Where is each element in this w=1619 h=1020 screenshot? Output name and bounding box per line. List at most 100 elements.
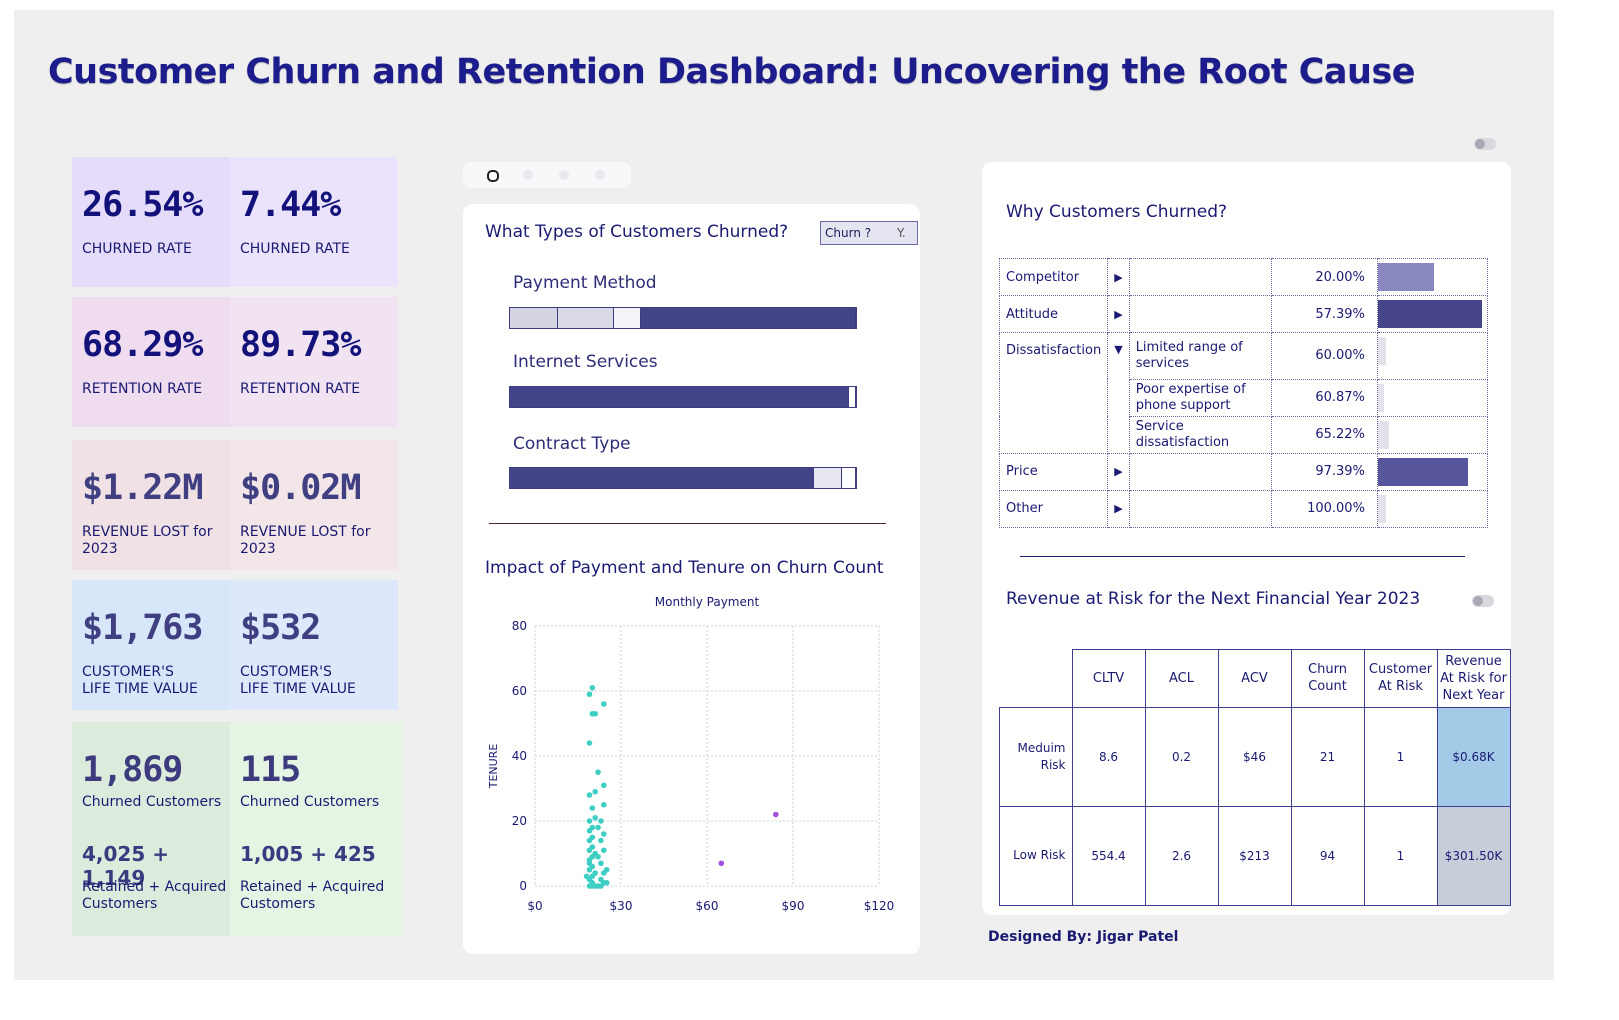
why-row[interactable]: Other ▶ 100.00%: [998, 489, 1489, 528]
bar-label: Contract Type: [513, 434, 631, 454]
page-dot[interactable]: [559, 170, 569, 180]
revenue-row[interactable]: Meduim Risk 8.6 0.2 $46 21 1 $0.68K: [999, 706, 1511, 807]
percent-cell: 65.22%: [1270, 415, 1378, 454]
percent-cell: 100.00%: [1270, 489, 1378, 528]
kpi-sub-label: Customers: [82, 896, 158, 912]
kpi-value: $1,763: [82, 608, 203, 648]
scatter-point: [589, 684, 596, 691]
scatter-point: [601, 801, 607, 808]
kpi-value: $1.22M: [82, 468, 203, 508]
reason-bar[interactable]: [1377, 383, 1384, 412]
kpi-tile: 89.73% RETENTION RATE: [230, 297, 398, 427]
scatter-point: [586, 792, 593, 798]
churn-filter-label: Churn ?: [825, 226, 872, 240]
value-cell: 554.4: [1071, 805, 1146, 906]
reason-bar[interactable]: [1377, 337, 1387, 365]
kpi-value: $532: [240, 608, 321, 648]
bar-segment[interactable]: [510, 308, 559, 328]
bar-segment[interactable]: [558, 308, 614, 328]
scatter-point: [589, 805, 596, 811]
reason-bar[interactable]: [1377, 494, 1387, 523]
toggle-switch[interactable]: [1472, 595, 1494, 607]
bar-segment[interactable]: [510, 468, 815, 488]
kpi-label: Churned Customers: [240, 794, 380, 810]
scatter-point: [598, 837, 604, 844]
x-tick-label: $30: [610, 899, 633, 913]
value-cell: 2.6: [1144, 805, 1219, 906]
stacked-bar[interactable]: [509, 467, 857, 489]
stacked-bar[interactable]: [509, 386, 857, 408]
reason-bar[interactable]: [1377, 457, 1468, 486]
reason-cell: Price: [998, 452, 1109, 491]
expand-arrow-icon[interactable]: ▼: [1107, 332, 1130, 379]
page-dot[interactable]: [523, 170, 533, 180]
why-row[interactable]: Dissatisfaction ▼ Limited range of service…: [998, 332, 1489, 380]
column-header: ACL: [1144, 649, 1219, 708]
kpi-label: RETENTION RATE: [82, 381, 203, 397]
revenue-title: Revenue at Risk for the Next Financial Y…: [1006, 589, 1421, 609]
y-tick-label: 40: [512, 749, 527, 763]
scatter-point: [583, 873, 590, 880]
reason-bar[interactable]: [1377, 263, 1434, 291]
scatter-point: [601, 847, 607, 854]
divider: [1020, 556, 1465, 557]
bar-segment[interactable]: [510, 387, 850, 407]
bar-segment[interactable]: [641, 308, 856, 328]
bar-segment[interactable]: [814, 468, 843, 488]
scatter-chart: Monthly Payment $0 $30 $60 $90 $120 0 20 40 60 80 T…: [487, 595, 894, 913]
expand-arrow-icon[interactable]: ▶: [1107, 452, 1130, 491]
page-navigator: [463, 162, 631, 188]
value-cell: 1: [1363, 805, 1438, 906]
expand-arrow-icon[interactable]: ▶: [1107, 258, 1130, 296]
column-header: Churn Count: [1290, 649, 1365, 708]
why-row[interactable]: Service dissatisfaction 65.22%: [998, 415, 1489, 454]
reason-cell: Other: [998, 489, 1109, 528]
expand-arrow-icon[interactable]: [1107, 416, 1130, 454]
scatter-point: [592, 788, 598, 795]
kpi-value: $0.02M: [240, 468, 361, 508]
blank-header: [1000, 650, 1073, 708]
revenue-row[interactable]: Low Risk 554.4 2.6 $213 94 1 $301.50K: [999, 805, 1511, 906]
scatter-point: [586, 818, 593, 824]
why-row[interactable]: Price ▶ 97.39%: [998, 452, 1489, 491]
kpi-value: 26.54%: [82, 185, 203, 225]
reason-cell: Dissatisfaction: [998, 332, 1109, 379]
why-row[interactable]: Attitude ▶ 57.39%: [998, 295, 1489, 333]
kpi-label: Churned Customers: [82, 794, 222, 810]
revenue-header-row: CLTV ACL ACV Churn Count Customer At Risk Rev…: [1000, 649, 1511, 708]
page-dot-active[interactable]: [487, 170, 499, 182]
bar-cell: [1376, 452, 1489, 491]
why-row[interactable]: Competitor ▶ 20.00%: [998, 258, 1489, 296]
value-cell: 21: [1290, 706, 1365, 807]
kpi-tile: 1,869 Churned Customers 4,025 + 1,149 Retai…: [72, 722, 230, 936]
value-cell: 0.2: [1144, 706, 1219, 807]
bar-segment[interactable]: [842, 468, 856, 488]
expand-arrow-icon[interactable]: ▶: [1107, 295, 1130, 333]
segment-label: Low Risk: [999, 805, 1073, 906]
expand-arrow-icon[interactable]: ▶: [1107, 489, 1130, 528]
churn-filter-value: Y.: [897, 226, 906, 240]
expand-arrow-icon[interactable]: [1107, 379, 1130, 416]
reason-bar[interactable]: [1377, 300, 1482, 328]
kpi-value: 115: [240, 750, 301, 790]
scatter-point: [603, 866, 610, 873]
bar-segment[interactable]: [613, 308, 642, 328]
kpi-tile: 7.44% CHURNED RATE: [230, 157, 398, 287]
percent-cell: 20.00%: [1270, 258, 1378, 296]
kpi-label: LIFE TIME VALUE: [82, 681, 198, 697]
percent-cell: 60.87%: [1270, 378, 1378, 417]
divider: [489, 523, 886, 524]
subreason-cell: Poor expertise of phone support: [1128, 378, 1272, 417]
y-tick-label: 80: [512, 619, 527, 633]
toggle-switch[interactable]: [1474, 138, 1496, 150]
reason-cell: Competitor: [998, 258, 1109, 296]
reason-cell: [998, 379, 1109, 416]
scatter-point: [601, 782, 607, 789]
page-dot[interactable]: [595, 170, 605, 180]
bar-cell: [1376, 415, 1489, 454]
bar-segment[interactable]: [849, 387, 856, 407]
reason-bar[interactable]: [1377, 420, 1390, 449]
why-row[interactable]: Poor expertise of phone support 60.87%: [998, 378, 1489, 417]
stacked-bar[interactable]: [509, 307, 857, 329]
churn-filter[interactable]: Churn ? Y.: [820, 221, 918, 245]
